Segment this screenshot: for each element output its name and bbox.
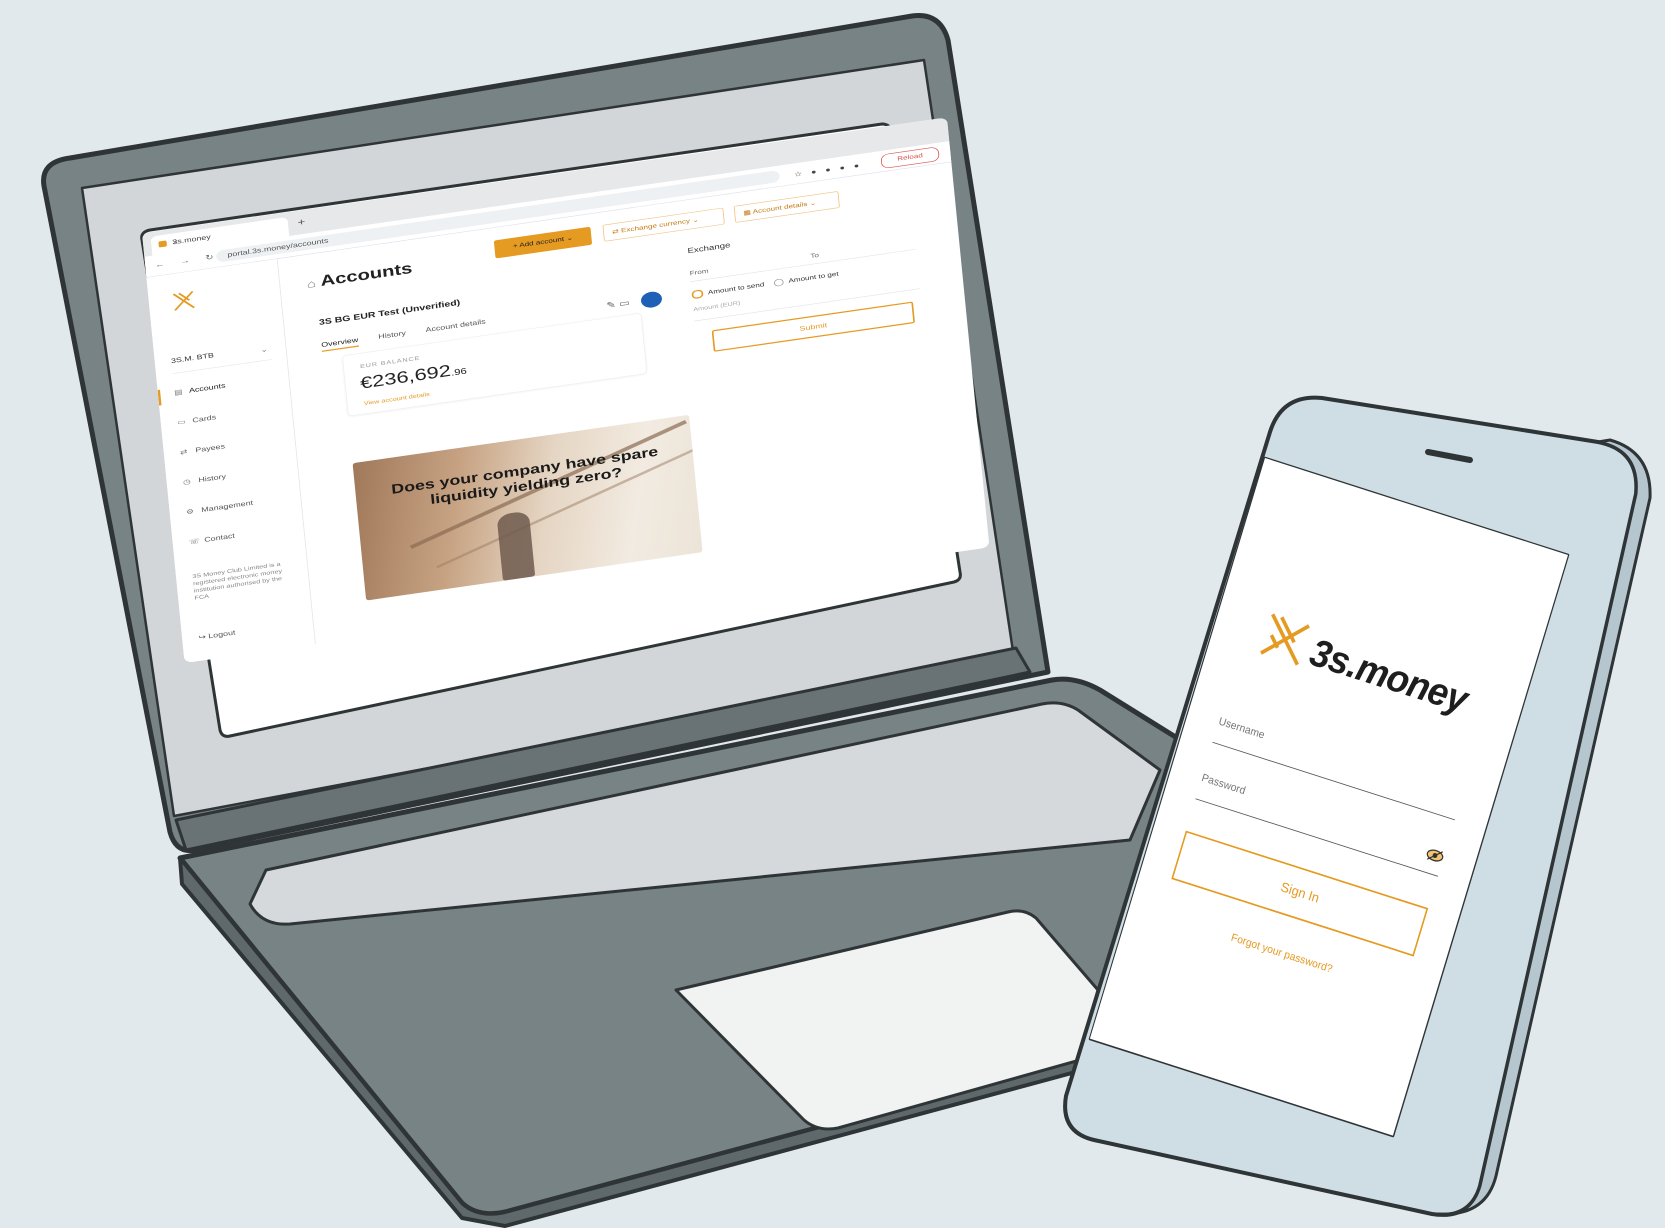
eye-icon[interactable]: [1425, 846, 1446, 864]
sidebar-item-management[interactable]: ⚙ Management: [186, 493, 292, 522]
sidebar-item-payees[interactable]: ⇄ Payees: [180, 434, 286, 463]
brand-name: 3s.money: [1305, 629, 1473, 722]
sidebar-item-label: History: [198, 472, 227, 485]
chevron-down-icon: ⌄: [260, 345, 269, 355]
eu-flag-icon: [640, 290, 663, 309]
sidebar-item-history[interactable]: ◷ History: [183, 463, 289, 492]
account-name: 3S BG EUR Test (Unverified): [318, 297, 461, 327]
sidebar-item-label: Cards: [192, 413, 217, 425]
sidebar-item-label: Management: [201, 499, 254, 514]
balance-decimals: .96: [450, 365, 468, 378]
brand-logo-icon: [172, 290, 195, 311]
exchange-title: Exchange: [687, 240, 731, 256]
sidebar-item-accounts[interactable]: ▤ Accounts: [174, 374, 280, 403]
edit-icon[interactable]: ✎ ▭: [606, 297, 630, 310]
from-label: From: [689, 267, 709, 278]
page-title-text: Accounts: [319, 259, 414, 290]
phone-icon: ☏: [188, 537, 201, 547]
tab-overview[interactable]: Overview: [320, 336, 359, 352]
company-name: 3S.M. BTB: [170, 351, 215, 366]
tab-account-details[interactable]: Account details: [425, 318, 486, 334]
promo-banner[interactable]: Does your company have spare liquidity y…: [352, 414, 703, 601]
banner-person: [496, 510, 536, 581]
home-icon: ⌂: [306, 277, 317, 291]
reload-button[interactable]: Reload: [880, 146, 940, 170]
account-details-button[interactable]: ▦ Account details ⌄: [733, 191, 840, 223]
brand-logo-icon: [1260, 613, 1310, 666]
to-label: To: [810, 252, 820, 260]
balance-card: EUR BALANCE €236,692.96 View account det…: [341, 312, 648, 417]
username-label: Username: [1217, 714, 1267, 742]
extension-icons[interactable]: ☆ ● ● ● ●: [794, 161, 863, 179]
option-send: Amount to send: [707, 281, 765, 297]
favicon-icon: [158, 240, 167, 248]
tab-history[interactable]: History: [378, 330, 406, 341]
promo-headline: Does your company have spare liquidity y…: [390, 443, 659, 508]
account-actions: ✎ ▭: [606, 290, 663, 313]
exchange-currency-button[interactable]: ⇄ Exchange currency ⌄: [602, 207, 725, 242]
accounts-icon: ▤: [173, 388, 183, 397]
history-icon: ◷: [182, 478, 192, 487]
logout-link[interactable]: ↪ Logout: [198, 628, 236, 641]
sidebar-item-label: Accounts: [188, 382, 226, 395]
password-label: Password: [1200, 770, 1248, 797]
sidebar-item-contact[interactable]: ☏ Contact: [189, 523, 295, 552]
gear-icon: ⚙: [185, 507, 195, 517]
new-tab-icon[interactable]: +: [297, 217, 306, 229]
option-get: Amount to get: [788, 270, 839, 285]
sidebar-item-label: Contact: [203, 532, 236, 544]
company-selector[interactable]: 3S.M. BTB ⌄: [170, 343, 273, 375]
account-details-link[interactable]: View account details: [363, 391, 430, 406]
sidebar-item-label: Payees: [195, 442, 226, 455]
regulatory-note: 3S Money Club Limited is a registered el…: [192, 560, 283, 601]
page-title: ⌂ Accounts: [306, 259, 414, 292]
cards-icon: ▭: [176, 418, 186, 427]
payees-icon: ⇄: [179, 448, 188, 457]
radio-selected-icon: [691, 289, 704, 300]
radio-empty-icon: [773, 278, 784, 287]
sidebar-item-cards[interactable]: ▭ Cards: [177, 404, 283, 433]
add-account-button[interactable]: + Add account ⌄: [493, 226, 593, 259]
browser-nav-icons[interactable]: ← → ↻: [155, 252, 221, 270]
